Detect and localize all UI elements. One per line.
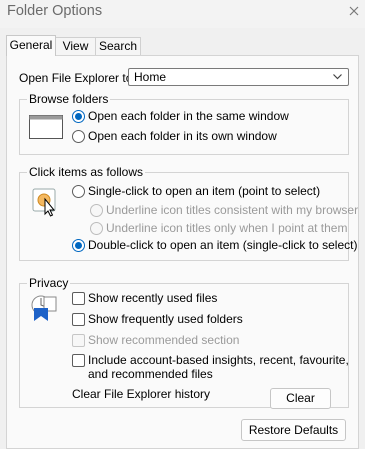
browse-folders-title: Browse folders bbox=[27, 92, 111, 106]
same-window-radio[interactable] bbox=[72, 110, 85, 123]
privacy-shield-icon bbox=[31, 295, 57, 321]
recent-files-label: Show recently used files bbox=[88, 291, 218, 305]
insights-label-line1: Include account-based insights, recent, … bbox=[88, 353, 349, 367]
frequent-folders-label: Show frequently used folders bbox=[88, 312, 243, 326]
browse-folders-group bbox=[19, 99, 349, 155]
clear-history-label: Clear File Explorer history bbox=[72, 387, 211, 401]
close-icon bbox=[349, 6, 359, 16]
clear-button[interactable]: Clear bbox=[270, 388, 331, 409]
recommended-section-label: Show recommended section bbox=[88, 333, 240, 347]
underline-point-label: Underline icon titles only when I point … bbox=[106, 221, 348, 235]
double-click-radio[interactable] bbox=[72, 239, 85, 252]
insights-checkbox[interactable] bbox=[72, 354, 85, 367]
open-explorer-dropdown[interactable]: Home bbox=[128, 68, 349, 86]
insights-label-line2: and recommended files bbox=[88, 367, 213, 381]
single-click-label: Single-click to open an item (point to s… bbox=[88, 184, 321, 198]
tab-view[interactable]: View bbox=[55, 37, 96, 55]
chevron-down-icon bbox=[333, 74, 342, 80]
title-bar: Folder Options bbox=[0, 0, 365, 28]
recommended-section-checkbox[interactable] bbox=[72, 334, 85, 347]
click-pointer-icon bbox=[32, 188, 56, 217]
underline-point-radio[interactable] bbox=[90, 222, 103, 235]
restore-defaults-button[interactable]: Restore Defaults bbox=[241, 419, 346, 441]
click-items-title: Click items as follows bbox=[27, 165, 146, 179]
open-explorer-value: Home bbox=[134, 70, 167, 84]
window-icon bbox=[29, 115, 63, 139]
tab-search[interactable]: Search bbox=[95, 37, 141, 55]
own-window-label: Open each folder in its own window bbox=[88, 129, 277, 143]
recent-files-checkbox[interactable] bbox=[72, 292, 85, 305]
single-click-radio[interactable] bbox=[72, 185, 85, 198]
close-button[interactable] bbox=[343, 0, 365, 24]
tab-general[interactable]: General bbox=[6, 35, 56, 56]
double-click-label: Double-click to open an item (single-cli… bbox=[88, 238, 358, 252]
open-explorer-label: Open File Explorer to: bbox=[19, 71, 136, 85]
underline-browser-label: Underline icon titles consistent with my… bbox=[106, 203, 359, 217]
privacy-title: Privacy bbox=[27, 276, 71, 290]
window-title: Folder Options bbox=[7, 3, 103, 19]
underline-browser-radio[interactable] bbox=[90, 204, 103, 217]
frequent-folders-checkbox[interactable] bbox=[72, 313, 85, 326]
own-window-radio[interactable] bbox=[72, 130, 85, 143]
same-window-label: Open each folder in the same window bbox=[88, 109, 289, 123]
